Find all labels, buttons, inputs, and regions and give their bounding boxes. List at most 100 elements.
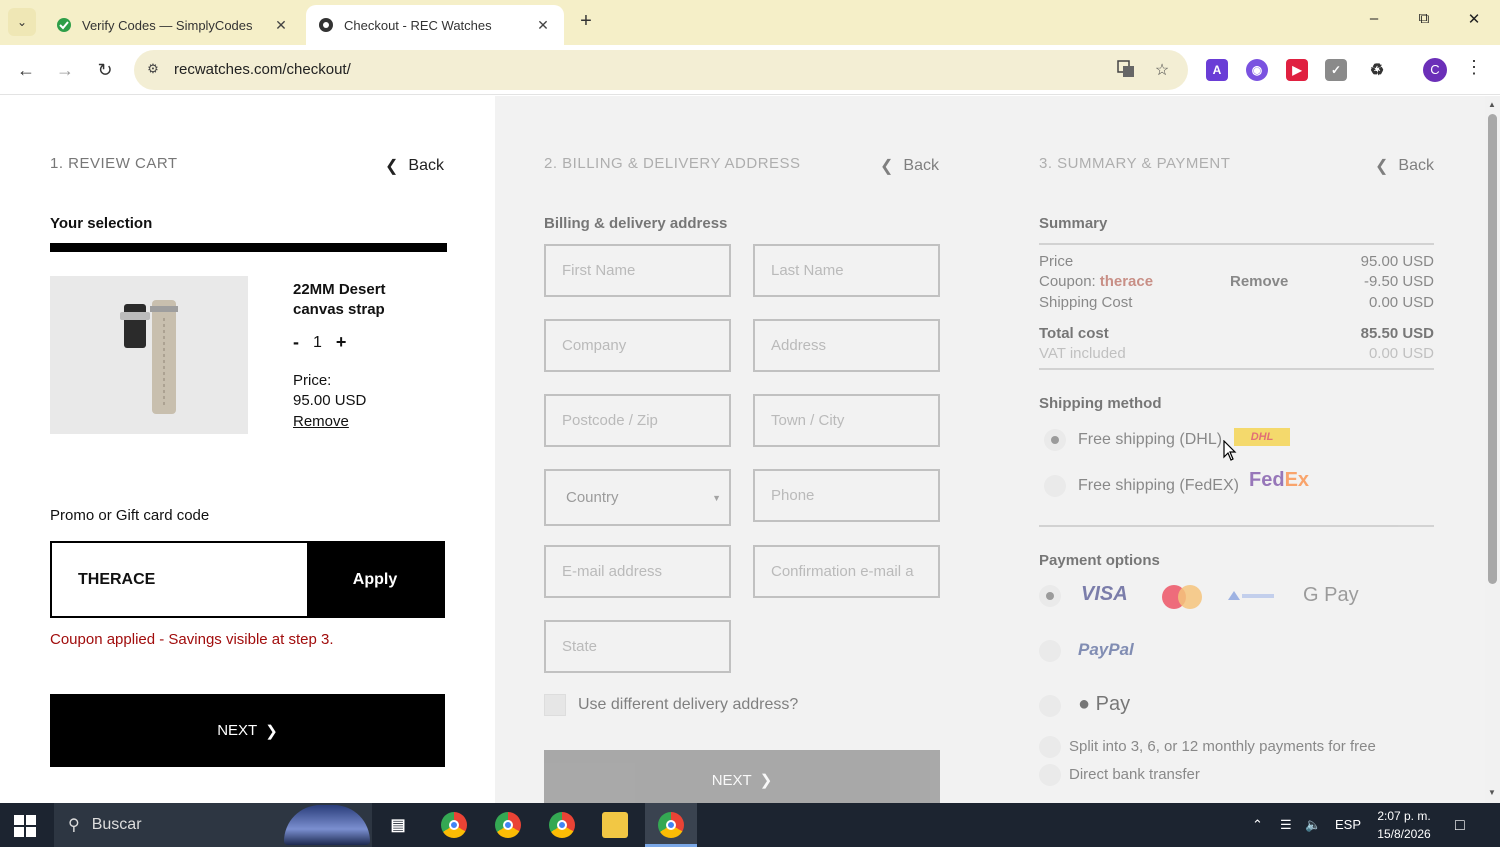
radio-bank[interactable] xyxy=(1039,764,1061,786)
rec-favicon xyxy=(318,17,334,33)
chrome-profile-icon[interactable] xyxy=(495,812,521,838)
plus-icon[interactable]: + xyxy=(574,10,598,34)
next-button[interactable]: NEXT ❯ xyxy=(50,694,445,767)
translate-icon[interactable] xyxy=(1116,60,1136,80)
radio-card[interactable] xyxy=(1039,585,1061,607)
chevron-up-icon[interactable]: ⌃ xyxy=(1252,817,1263,833)
product-image xyxy=(50,276,248,434)
increase-qty-button[interactable]: + xyxy=(336,332,347,353)
wifi-icon[interactable]: ☰ xyxy=(1280,817,1292,833)
remove-item-link[interactable]: Remove xyxy=(293,413,349,430)
restore-icon[interactable]: ⧉ xyxy=(1412,10,1436,34)
promo-code-input[interactable] xyxy=(52,543,307,616)
chevron-right-icon: ❯ xyxy=(265,722,278,740)
payment-heading: Payment options xyxy=(1039,552,1160,569)
apply-button[interactable]: Apply xyxy=(307,543,443,616)
bank-transfer-label[interactable]: Direct bank transfer xyxy=(1069,766,1200,783)
notification-icon[interactable]: □ xyxy=(1455,817,1465,835)
quantity-value: 1 xyxy=(313,333,322,351)
shipping-label: Shipping Cost xyxy=(1039,294,1133,311)
close-icon[interactable]: ✕ xyxy=(534,17,552,34)
apple-pay-label: Pay xyxy=(1095,693,1131,715)
chrome-icon[interactable] xyxy=(658,812,684,838)
radio-dhl[interactable] xyxy=(1044,429,1066,451)
avatar[interactable]: C xyxy=(1423,58,1447,82)
tab-simplycodes[interactable]: Verify Codes — SimplyCodes ✕ xyxy=(44,5,302,45)
different-address-option[interactable]: Use different delivery address? xyxy=(544,694,798,716)
last-name-field[interactable]: Last Name xyxy=(753,244,940,297)
chevron-right-icon: ❯ xyxy=(759,772,773,789)
split-payment-label[interactable]: Split into 3, 6, or 12 monthly payments … xyxy=(1069,738,1376,755)
language-indicator[interactable]: ESP xyxy=(1335,817,1361,832)
site-info-icon[interactable]: ⚙ xyxy=(144,61,162,79)
address-field[interactable]: Address xyxy=(753,319,940,372)
shipping-dhl-label[interactable]: Free shipping (DHL) xyxy=(1078,431,1222,449)
clock[interactable]: 2:07 p. m. 15/8/2026 xyxy=(1372,807,1436,843)
step-title: 2. BILLING & DELIVERY ADDRESS xyxy=(544,155,801,172)
radio-applepay[interactable] xyxy=(1039,695,1061,717)
country-select[interactable]: Country ▼ xyxy=(544,469,731,526)
back-label: Back xyxy=(1398,157,1434,174)
company-field[interactable]: Company xyxy=(544,319,731,372)
back-link[interactable]: ❮ Back xyxy=(880,156,939,176)
file-explorer-icon[interactable] xyxy=(602,812,628,838)
coupon-code: therace xyxy=(1099,273,1154,290)
price-value: 95.00 USD xyxy=(1360,253,1434,270)
decrease-qty-button[interactable]: - xyxy=(293,332,299,353)
clock-date: 15/8/2026 xyxy=(1377,827,1431,841)
extension-video-icon[interactable]: ▶ xyxy=(1286,59,1308,81)
extension-a-icon[interactable]: A xyxy=(1206,59,1228,81)
extension-shield-icon[interactable]: ✓ xyxy=(1325,59,1347,81)
checkbox[interactable] xyxy=(544,694,566,716)
close-icon[interactable]: ✕ xyxy=(272,17,290,34)
reload-icon[interactable]: ↻ xyxy=(92,57,118,83)
back-link[interactable]: ❮ Back xyxy=(385,156,444,176)
tab-rec-watches[interactable]: Checkout - REC Watches ✕ xyxy=(306,5,564,45)
chrome-icon[interactable] xyxy=(441,812,467,838)
step-title: 3. SUMMARY & PAYMENT xyxy=(1039,155,1231,172)
address-bar[interactable]: ⚙ recwatches.com/checkout/ ☆ xyxy=(134,50,1188,90)
minimize-icon[interactable]: – xyxy=(1362,10,1386,34)
tab-list-icon[interactable]: ⌄ xyxy=(8,8,36,36)
back-link[interactable]: ❮ Back xyxy=(1375,156,1434,176)
windows-start-icon[interactable] xyxy=(14,815,36,837)
paypal-logo: PayPal xyxy=(1078,640,1134,659)
task-view-icon[interactable]: ▤ xyxy=(385,812,411,838)
chrome-profile-icon[interactable] xyxy=(549,812,575,838)
fedex-logo-fed: Fed xyxy=(1249,469,1285,491)
page-scrollbar[interactable]: ▲ ▼ xyxy=(1485,96,1500,803)
url-text[interactable]: recwatches.com/checkout/ xyxy=(174,61,351,78)
email-field[interactable]: E-mail address xyxy=(544,545,731,598)
total-value: 85.50 USD xyxy=(1360,325,1434,342)
kebab-menu-icon[interactable]: ⋮ xyxy=(1465,57,1483,78)
scroll-down-icon[interactable]: ▼ xyxy=(1488,788,1496,797)
first-name-field[interactable]: First Name xyxy=(544,244,731,297)
radio-fedex[interactable] xyxy=(1044,475,1066,497)
postcode-field[interactable]: Postcode / Zip xyxy=(544,394,731,447)
checkout-page: 1. REVIEW CART ❮ Back Your selection 22M… xyxy=(0,96,1485,803)
state-field[interactable]: State xyxy=(544,620,731,673)
next-button[interactable]: NEXT ❯ xyxy=(544,750,940,803)
phone-field[interactable]: Phone xyxy=(753,469,940,522)
extension-icon[interactable]: ♻ xyxy=(1366,59,1388,81)
scroll-up-icon[interactable]: ▲ xyxy=(1488,100,1496,109)
extension-circle-icon[interactable]: ◉ xyxy=(1246,59,1268,81)
summary-heading: Summary xyxy=(1039,215,1108,232)
divider xyxy=(50,243,447,252)
browser-toolbar: ← → ↻ ⚙ recwatches.com/checkout/ ☆ A ◉ ▶… xyxy=(0,45,1500,95)
town-field[interactable]: Town / City xyxy=(753,394,940,447)
close-window-icon[interactable]: ✕ xyxy=(1462,10,1486,34)
email-confirm-field[interactable]: Confirmation e-mail a xyxy=(753,545,940,598)
star-icon[interactable]: ☆ xyxy=(1152,60,1172,80)
billing-heading: Billing & delivery address xyxy=(544,215,728,232)
radio-split[interactable] xyxy=(1039,736,1061,758)
remove-coupon-link[interactable]: Remove xyxy=(1230,273,1288,290)
different-address-label: Use different delivery address? xyxy=(578,696,799,713)
scrollbar-thumb[interactable] xyxy=(1488,114,1497,584)
back-icon[interactable]: ← xyxy=(13,57,39,83)
shipping-fedex-label[interactable]: Free shipping (FedEX) xyxy=(1078,477,1239,495)
forward-icon[interactable]: → xyxy=(52,57,78,83)
mastercard-logo xyxy=(1162,585,1202,609)
radio-paypal[interactable] xyxy=(1039,640,1061,662)
volume-icon[interactable]: 🔈 xyxy=(1305,817,1321,833)
